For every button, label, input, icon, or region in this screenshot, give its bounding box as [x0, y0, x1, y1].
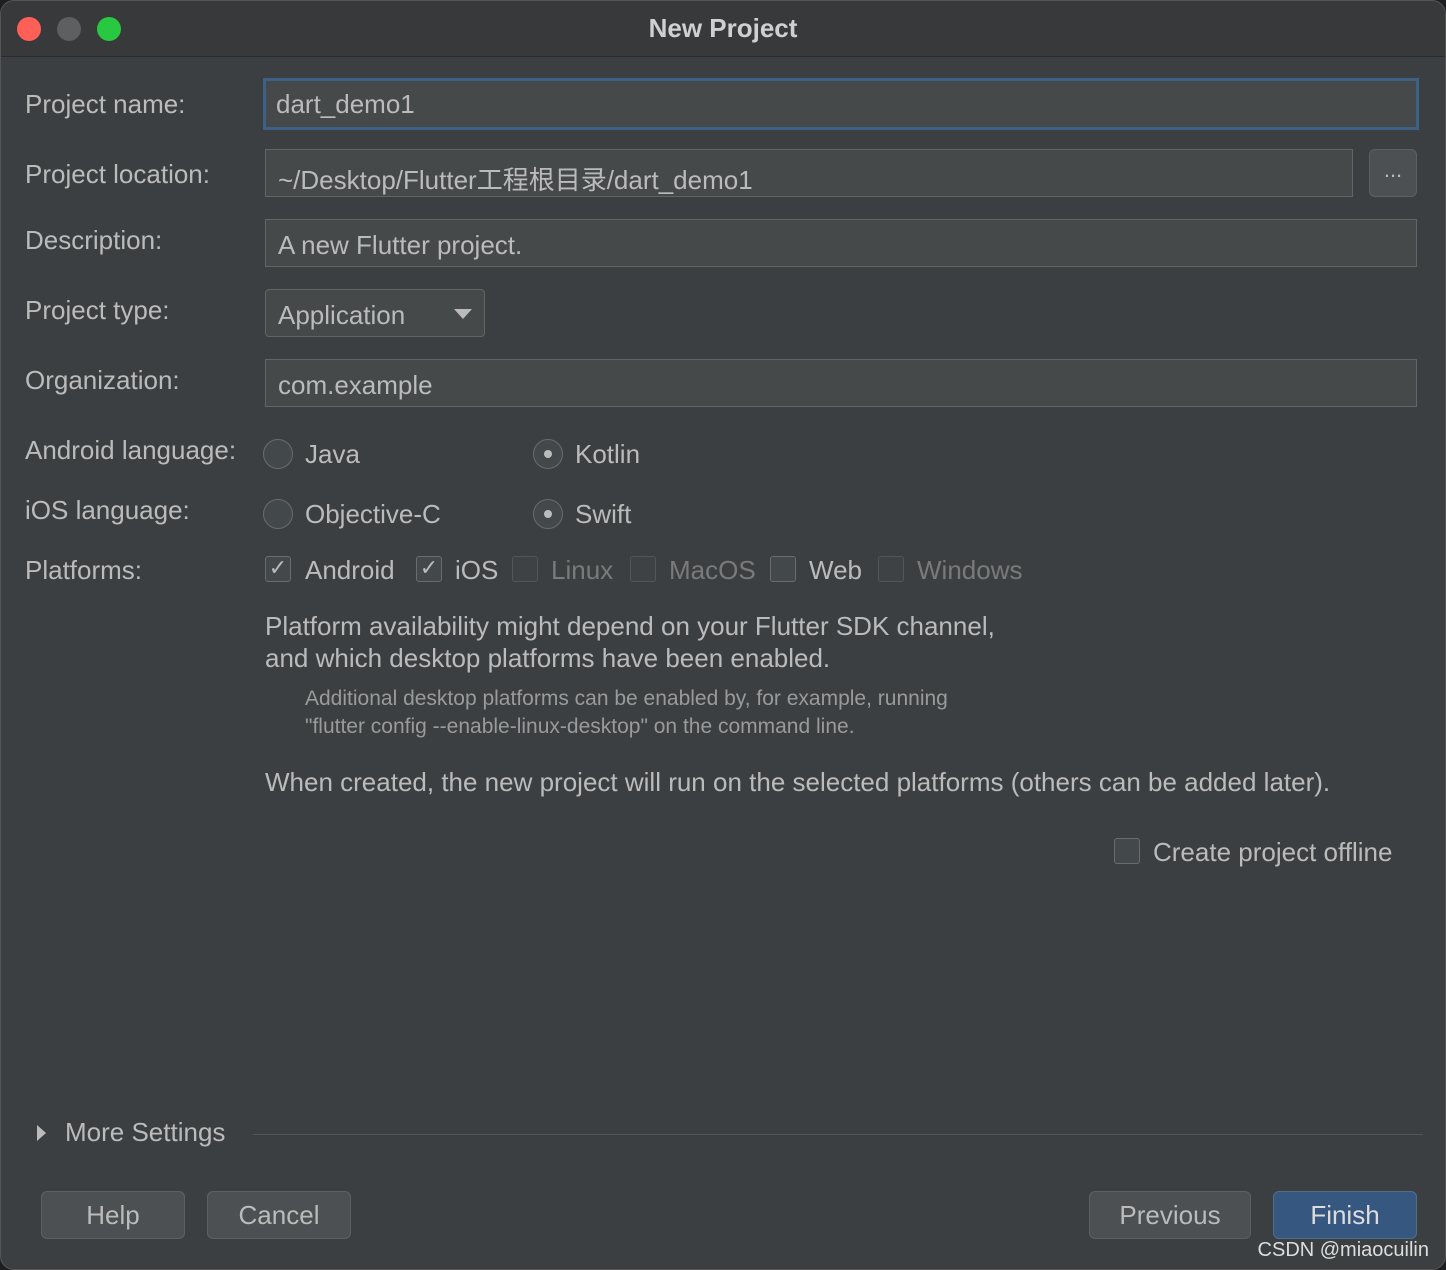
radio-java[interactable] [263, 439, 293, 469]
create-offline-label[interactable]: Create project offline [1153, 837, 1392, 868]
window-title: New Project [648, 13, 798, 43]
android-language-label: Android language: [25, 435, 237, 465]
checkbox-android-label[interactable]: Android [305, 555, 395, 586]
platform-hint-line2: "flutter config --enable-linux-desktop" … [305, 715, 855, 738]
platforms-label: Platforms: [25, 555, 143, 585]
project-type-select[interactable]: Application [265, 289, 485, 337]
radio-kotlin-label[interactable]: Kotlin [575, 439, 640, 470]
project-name-label: Project name: [25, 89, 186, 119]
checkbox-web-label[interactable]: Web [809, 555, 862, 586]
project-type-label: Project type: [25, 295, 170, 325]
cancel-button[interactable]: Cancel [207, 1191, 351, 1239]
platform-hint-line1: Additional desktop platforms can be enab… [305, 687, 948, 710]
radio-swift-label[interactable]: Swift [575, 499, 631, 530]
checkbox-linux [512, 556, 538, 582]
radio-swift[interactable] [533, 499, 563, 529]
organization-label: Organization: [25, 365, 180, 395]
checkbox-macos [630, 556, 656, 582]
platform-info-line2: and which desktop platforms have been en… [265, 643, 831, 673]
ios-language-label: iOS language: [25, 495, 190, 525]
project-name-input[interactable]: dart_demo1 [263, 78, 1419, 130]
description-input[interactable]: A new Flutter project. [265, 219, 1417, 267]
triangle-right-icon [37, 1125, 46, 1141]
radio-objective-c-label[interactable]: Objective-C [305, 499, 441, 530]
checkbox-android[interactable]: ✓ [265, 556, 291, 582]
more-settings-label[interactable]: More Settings [65, 1117, 225, 1148]
radio-java-label[interactable]: Java [305, 439, 360, 470]
project-location-label: Project location: [25, 159, 210, 189]
checkbox-windows-label: Windows [917, 555, 1023, 585]
radio-objective-c[interactable] [263, 499, 293, 529]
checkbox-windows [878, 556, 904, 582]
checkbox-linux-label: Linux [551, 555, 614, 585]
watermark: CSDN @miaocuilin [1257, 1239, 1429, 1261]
finish-button[interactable]: Finish [1273, 1191, 1417, 1239]
help-button[interactable]: Help [41, 1191, 185, 1239]
divider [253, 1134, 1423, 1135]
title-bar: New Project [1, 1, 1445, 57]
platform-info-line1: Platform availability might depend on yo… [265, 611, 995, 641]
radio-kotlin[interactable] [533, 439, 563, 469]
checkbox-create-offline[interactable] [1114, 838, 1140, 864]
created-note: When created, the new project will run o… [265, 767, 1331, 797]
checkbox-ios-label[interactable]: iOS [455, 555, 498, 586]
checkbox-macos-label: MacOS [669, 555, 756, 585]
more-settings-expander[interactable]: More Settings [37, 1117, 1423, 1153]
checkbox-ios[interactable]: ✓ [416, 556, 442, 582]
browse-location-button[interactable]: ... [1369, 149, 1417, 197]
previous-button[interactable]: Previous [1089, 1191, 1251, 1239]
project-location-input[interactable]: ~/Desktop/Flutter工程根目录/dart_demo1 [265, 149, 1353, 197]
checkbox-web[interactable] [770, 556, 796, 582]
description-label: Description: [25, 225, 163, 255]
new-project-dialog: New Project Project name: dart_demo1 Pro… [0, 0, 1446, 1270]
organization-input[interactable]: com.example [265, 359, 1417, 407]
project-type-value: Application [278, 300, 406, 330]
chevron-down-icon [454, 309, 472, 319]
